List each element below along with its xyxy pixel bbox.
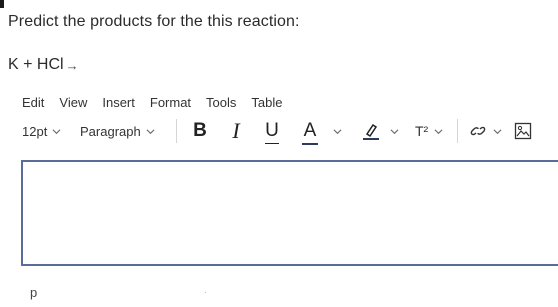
menu-table[interactable]: Table (251, 95, 282, 110)
arrow-icon: → (65, 57, 79, 73)
toolbar-divider (457, 119, 459, 143)
question-prompt: Predict the products for the this reacti… (8, 13, 300, 30)
block-format-select[interactable]: Paragraph (80, 124, 166, 139)
text-color-label: A (303, 120, 317, 141)
chevron-down-icon (493, 128, 502, 134)
editor-menubar: Edit View Insert Format Tools Table (22, 95, 297, 110)
menu-view[interactable]: View (59, 95, 87, 110)
bold-button[interactable]: B (187, 120, 213, 142)
menu-format[interactable]: Format (150, 95, 191, 110)
image-icon (515, 122, 532, 140)
menu-tools[interactable]: Tools (206, 95, 236, 110)
block-format-value: Paragraph (80, 123, 141, 139)
image-button[interactable] (514, 122, 532, 140)
text-color-button[interactable]: A (301, 120, 342, 145)
underline-bar (265, 142, 279, 144)
chevron-down-icon (390, 128, 399, 134)
corner-mark (0, 0, 4, 8)
editor-toolbar: 12pt Paragraph B I U A T² (22, 116, 558, 146)
editor-content (23, 162, 558, 178)
text-color-swatch (302, 143, 318, 145)
link-icon (470, 126, 486, 136)
chevron-down-icon (434, 128, 443, 134)
underline-button[interactable]: U (259, 120, 285, 144)
underline-label: U (265, 120, 279, 141)
reaction-equation: K + HCl → (8, 56, 79, 74)
highlighter-icon (363, 123, 379, 140)
status-dot (205, 292, 206, 293)
chevron-down-icon (52, 128, 61, 134)
menu-edit[interactable]: Edit (22, 95, 44, 110)
text-color-icon: A (301, 120, 319, 145)
chevron-down-icon (146, 128, 155, 134)
italic-button[interactable]: I (223, 118, 249, 144)
equation-text: K + HCl (8, 56, 64, 73)
link-button[interactable] (468, 122, 502, 140)
font-size-select[interactable]: 12pt (22, 124, 80, 139)
element-path[interactable]: p (30, 285, 37, 300)
font-size-value: 12pt (22, 123, 48, 139)
superscript-button[interactable]: T² (415, 123, 443, 139)
superscript-label: T² (415, 123, 429, 139)
chevron-down-icon (333, 128, 342, 134)
menu-insert[interactable]: Insert (102, 95, 135, 110)
toolbar-divider (176, 119, 177, 143)
highlight-color-button[interactable] (362, 121, 399, 141)
answer-editor[interactable] (21, 160, 558, 266)
